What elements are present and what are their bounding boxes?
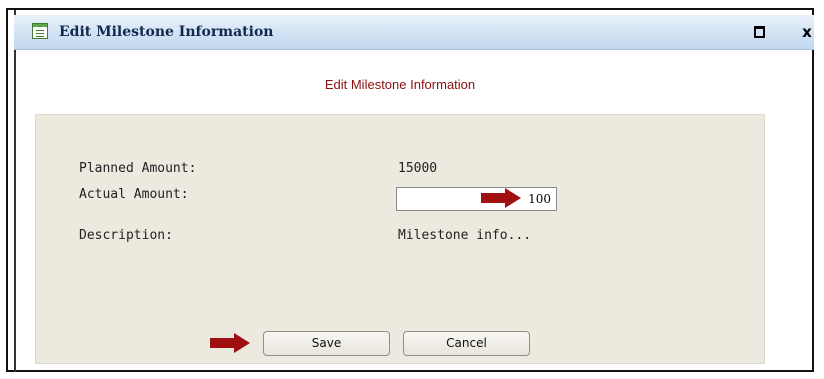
planned-amount-value: 15000: [398, 161, 438, 176]
save-button[interactable]: Save: [263, 331, 390, 356]
actual-amount-label: Actual Amount:: [79, 187, 189, 202]
window-titlebar: Edit Milestone Information x: [14, 15, 814, 50]
cancel-button[interactable]: Cancel: [403, 331, 530, 356]
form-heading: Edit Milestone Information: [324, 77, 476, 92]
form-heading-row: Edit Milestone Information: [0, 77, 800, 92]
maximize-button[interactable]: [748, 21, 770, 43]
form-document-icon: [32, 23, 48, 39]
description-value: Milestone info...: [398, 228, 532, 243]
close-button[interactable]: x: [796, 21, 818, 43]
description-label: Description:: [79, 228, 173, 243]
actual-amount-input[interactable]: [396, 187, 557, 211]
planned-amount-label: Planned Amount:: [79, 161, 197, 176]
window-title: Edit Milestone Information: [59, 24, 274, 40]
arrow-right-icon: [481, 188, 521, 208]
maximize-icon: [753, 26, 765, 38]
arrow-right-icon: [210, 333, 250, 353]
close-icon: x: [802, 23, 812, 41]
